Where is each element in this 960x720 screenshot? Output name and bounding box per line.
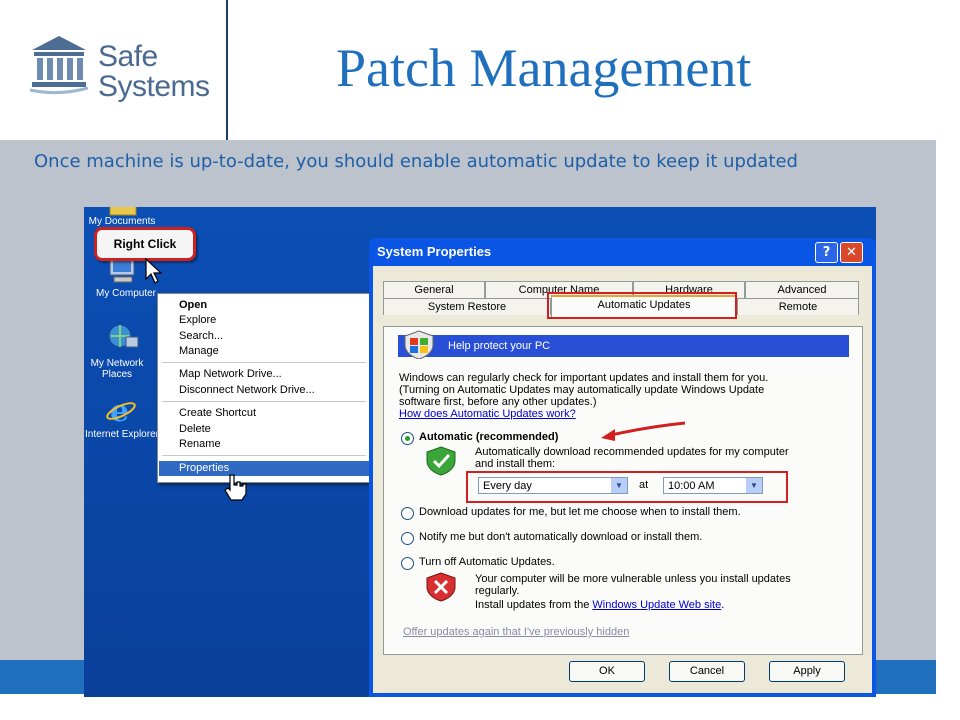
menu-item-search[interactable]: Search... [159,329,369,344]
tab-general[interactable]: General [383,281,485,298]
tab-remote[interactable]: Remote [737,298,859,315]
menu-item-disconnect-drive[interactable]: Disconnect Network Drive... [159,383,369,398]
windows-update-link[interactable]: Windows Update Web site [592,599,721,611]
desktop-label-my-computer: My Computer [95,288,156,299]
help-protect-banner: Help protect your PC [398,330,849,359]
menu-item-explore[interactable]: Explore [159,313,369,328]
mouse-pointer-icon [145,257,163,284]
green-shield-icon [426,446,456,476]
option-off-label: Turn off Automatic Updates. [419,556,555,568]
menu-separator [162,455,366,456]
red-shield-icon [426,572,456,602]
tab-system-restore[interactable]: System Restore [383,298,551,315]
menu-separator [162,401,366,402]
install-from-text: Install updates from the Windows Update … [475,599,724,612]
how-does-it-work-link[interactable]: How does Automatic Updates work? [399,408,576,421]
page-title: Patch Management [336,38,752,98]
radio-download[interactable] [401,507,414,520]
radio-notify[interactable] [401,532,414,545]
menu-item-map-drive[interactable]: Map Network Drive... [159,367,369,382]
install-from-period: . [721,599,725,611]
option-automatic-label: Automatic (recommended) [419,431,559,443]
red-arrow-annotation [601,421,686,441]
menu-item-rename[interactable]: Rename [159,437,369,452]
highlight-box-schedule [466,471,788,503]
desktop-label-network: My Network Places [90,358,144,380]
help-button[interactable]: ? [815,242,838,263]
menu-item-properties[interactable]: Properties [159,461,369,476]
off-desc-line-1: Your computer will be more vulnerable un… [475,573,791,585]
apply-button[interactable]: Apply [769,661,845,682]
automatic-updates-panel: Help protect your PC Windows can regular… [383,326,863,655]
system-properties-dialog: System Properties ? ✕ General Computer N… [369,238,876,697]
xp-screenshot: My Documents My Computer My Network Plac… [84,207,876,697]
tab-advanced[interactable]: Advanced [745,281,859,298]
menu-separator [162,362,366,363]
help-bar-text: Help protect your PC [448,340,551,352]
bank-building-icon [29,36,89,95]
logo-text-safe: Safe [98,40,158,73]
off-desc-line-2: regularly. [475,585,520,597]
right-click-callout: Right Click [94,227,196,261]
option-download-label: Download updates for me, but let me choo… [419,506,741,518]
slide-subtitle: Once machine is up-to-date, you should e… [34,151,798,172]
menu-item-delete[interactable]: Delete [159,422,369,437]
cancel-button[interactable]: Cancel [669,661,745,682]
highlight-box-tab [547,292,737,319]
menu-item-manage[interactable]: Manage [159,344,369,359]
safe-systems-logo: Safe Systems [28,32,228,122]
close-button[interactable]: ✕ [840,242,863,263]
dialog-title: System Properties [377,244,492,259]
menu-item-create-shortcut[interactable]: Create Shortcut [159,406,369,421]
network-icon[interactable] [106,321,140,351]
dialog-body: General Computer Name Hardware Advanced … [373,266,872,693]
install-from-label: Install updates from the [475,599,590,611]
automatic-desc-line-2: and install them: [475,458,556,470]
header-divider [226,0,228,140]
menu-item-open[interactable]: Open [159,298,369,313]
desktop-label-my-documents: My Documents [88,216,156,227]
option-notify-label: Notify me but don't automatically downlo… [419,531,703,543]
offer-updates-link[interactable]: Offer updates again that I've previously… [403,626,629,639]
ok-button[interactable]: OK [569,661,645,682]
hand-cursor-icon [224,474,247,501]
desktop-label-internet-explorer: Internet Explorer [85,429,159,440]
radio-turn-off[interactable] [401,557,414,570]
radio-automatic[interactable] [401,432,414,445]
windows-shield-icon [404,330,434,359]
logo-text-systems: Systems [98,70,210,103]
context-menu: Open Explore Search... Manage Map Networ… [157,293,371,483]
ie-icon[interactable]: e [106,394,140,429]
